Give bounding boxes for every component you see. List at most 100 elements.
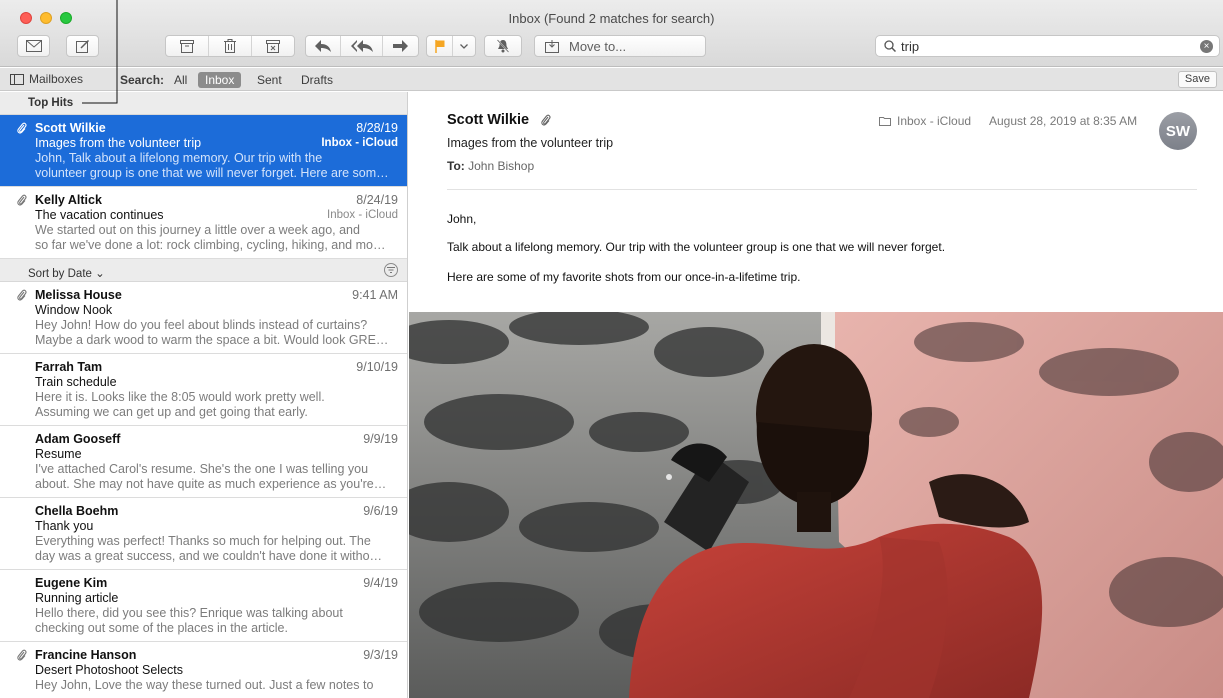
message-preview: We started out on this journey a little … <box>35 223 360 237</box>
message-subject: Window Nook <box>35 303 113 317</box>
message-date: 9/9/19 <box>363 432 398 446</box>
avatar: SW <box>1159 112 1197 150</box>
flag-button[interactable] <box>427 36 453 56</box>
flag-menu-button[interactable] <box>453 36 475 56</box>
scope-drafts[interactable]: Drafts <box>294 72 340 88</box>
sender-name: Chella Boehm <box>35 504 119 518</box>
sender-name: Kelly Altick <box>35 193 102 207</box>
delete-button[interactable] <box>209 36 252 56</box>
message-subject: Resume <box>35 447 82 461</box>
message-subject: Thank you <box>35 519 94 533</box>
message-date: 9/4/19 <box>363 576 398 590</box>
reply-all-icon <box>350 40 373 52</box>
body-paragraph: Talk about a lifelong memory. Our trip w… <box>447 240 946 254</box>
folder-icon <box>879 117 891 126</box>
message-preview: Here it is. Looks like the 8:05 would wo… <box>35 390 325 404</box>
message-date: 9/6/19 <box>363 504 398 518</box>
sort-by-date-label: Sort by Date ⌄ <box>28 267 105 280</box>
message-subject: Images from the volunteer trip <box>447 136 614 150</box>
sender-name: Francine Hanson <box>35 648 137 662</box>
message-preview: Everything was perfect! Thanks so much f… <box>35 534 371 548</box>
recipient-name[interactable]: John Bishop <box>468 159 534 173</box>
message-preview: Hey John! How do you feel about blinds i… <box>35 318 368 332</box>
message-date: 9/3/19 <box>363 648 398 662</box>
top-hit-row[interactable]: Scott Wilkie 8/28/19 Images from the vol… <box>0 115 407 187</box>
chevron-down-icon <box>460 43 468 49</box>
list-item[interactable]: Adam Gooseff 9/9/19 Resume I've attached… <box>0 426 407 498</box>
to-label: To: <box>447 159 465 173</box>
flag-group <box>426 35 476 57</box>
list-item[interactable]: Melissa House 9:41 AM Window Nook Hey Jo… <box>0 282 407 354</box>
reply-all-button[interactable] <box>341 36 383 56</box>
attachment-icon <box>17 194 27 206</box>
body-greeting: John, <box>447 212 477 226</box>
list-item[interactable]: Chella Boehm 9/6/19 Thank you Everything… <box>0 498 407 570</box>
flag-icon <box>434 39 444 53</box>
search-input[interactable]: trip <box>901 39 919 54</box>
list-item[interactable]: Francine Hanson 9/3/19 Desert Photoshoot… <box>0 642 407 698</box>
junk-icon <box>266 39 280 53</box>
message-preview: day was a great success, and we couldn't… <box>35 549 383 563</box>
sender-name: Adam Gooseff <box>35 432 121 446</box>
search-icon <box>884 40 896 52</box>
mute-button[interactable] <box>484 35 522 57</box>
search-scope-bar: Mailboxes Search: All Inbox Sent Drafts … <box>0 68 1223 91</box>
save-search-button[interactable]: Save <box>1177 71 1217 88</box>
message-subject: Running article <box>35 591 119 605</box>
message-date: 9/10/19 <box>356 360 398 374</box>
message-date: 8/28/19 <box>356 121 398 135</box>
photo-image <box>409 312 1223 698</box>
window-toolbar: Inbox (Found 2 matches for search) Move … <box>0 0 1223 67</box>
reply-group <box>305 35 419 57</box>
clear-search-icon[interactable]: × <box>1200 40 1213 53</box>
search-field[interactable]: trip × <box>875 35 1220 57</box>
attachment-icon <box>17 122 27 134</box>
sender-name: Melissa House <box>35 288 122 302</box>
archive-delete-junk-group <box>165 35 295 57</box>
message-viewer: Scott Wilkie Images from the volunteer t… <box>409 92 1223 698</box>
sender-name: Eugene Kim <box>35 576 108 590</box>
attachment-icon[interactable] <box>541 114 551 126</box>
message-mailbox-info: Inbox - iCloud <box>879 114 971 128</box>
scope-inbox[interactable]: Inbox <box>198 72 242 88</box>
recipient-line: To: John Bishop <box>447 159 534 173</box>
list-item[interactable]: Eugene Kim 9/4/19 Running article Hello … <box>0 570 407 642</box>
archive-button[interactable] <box>166 36 209 56</box>
list-item[interactable]: Farrah Tam 9/10/19 Train schedule Here i… <box>0 354 407 426</box>
sender-name: Farrah Tam <box>35 360 103 374</box>
attached-photo[interactable] <box>409 312 1223 698</box>
message-preview: John, Talk about a lifelong memory. Our … <box>35 151 323 165</box>
scope-all[interactable]: All <box>167 72 194 88</box>
message-preview: Assuming we can get up and get going tha… <box>35 405 308 419</box>
message-date: 8/24/19 <box>356 193 398 207</box>
message-preview: I've attached Carol's resume. She's the … <box>35 462 369 476</box>
move-to-icon <box>545 39 559 53</box>
junk-button[interactable] <box>252 36 294 56</box>
forward-button[interactable] <box>383 36 418 56</box>
message-preview: checking out some of the places in the a… <box>35 621 288 635</box>
attachment-icon <box>17 289 27 301</box>
move-to-button[interactable]: Move to... <box>534 35 706 57</box>
header-divider <box>447 189 1197 190</box>
message-preview: Hello there, did you see this? Enrique w… <box>35 606 343 620</box>
reply-button[interactable] <box>306 36 342 56</box>
archive-icon <box>180 39 194 53</box>
sender-name: Scott Wilkie <box>447 112 530 128</box>
top-hit-row[interactable]: Kelly Altick 8/24/19 The vacation contin… <box>0 187 407 259</box>
message-mailbox: Inbox - iCloud <box>327 209 398 221</box>
window-title: Inbox (Found 2 matches for search) <box>508 11 715 26</box>
message-date: 9:41 AM <box>352 288 398 302</box>
message-subject: Train schedule <box>35 375 117 389</box>
message-preview: about. She may not have quite as much ex… <box>35 477 387 491</box>
forward-icon <box>392 40 408 52</box>
move-to-label: Move to... <box>569 38 627 54</box>
message-preview: Maybe a dark wood to warm the space a bi… <box>35 333 389 347</box>
scope-sent[interactable]: Sent <box>250 72 289 88</box>
filter-icon[interactable] <box>384 263 398 277</box>
attachment-icon <box>17 649 27 661</box>
callout-line <box>82 0 118 104</box>
reply-icon <box>315 40 332 52</box>
message-preview: so far we've done a lot: rock climbing, … <box>35 238 386 252</box>
message-preview: volunteer group is one that we will neve… <box>35 166 389 180</box>
sort-by-date-header[interactable]: Sort by Date ⌄ <box>0 259 407 282</box>
